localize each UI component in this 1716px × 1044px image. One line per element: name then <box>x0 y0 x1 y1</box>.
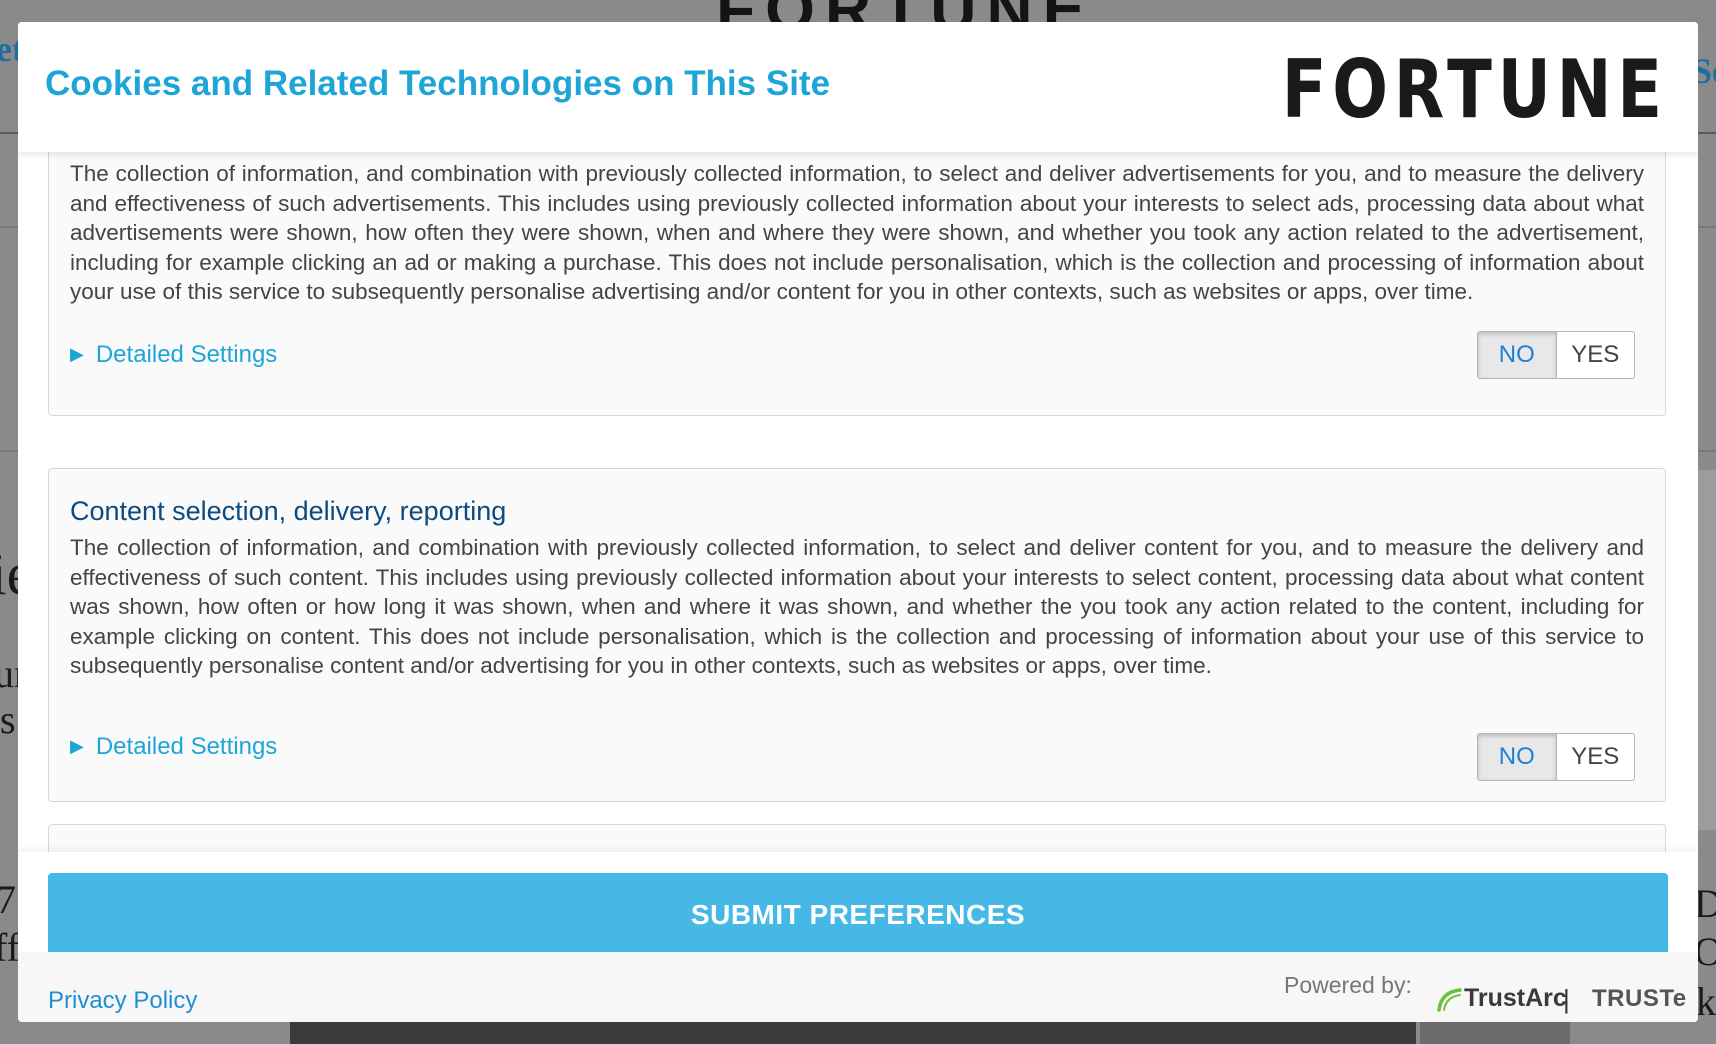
trustarc-label: TrustArc <box>1464 984 1567 1012</box>
toggle-no-button[interactable]: NO <box>1478 332 1557 378</box>
purpose-card: The collection of information, and combi… <box>48 152 1666 416</box>
modal-header: Cookies and Related Technologies on This… <box>18 22 1698 152</box>
detailed-settings-label: Detailed Settings <box>95 341 278 368</box>
expand-triangle-icon: ▶ <box>70 736 84 756</box>
expand-triangle-icon: ▶ <box>70 344 84 364</box>
purpose-description: The collection of information, and combi… <box>70 535 1644 678</box>
background-text-fragment: ff <box>0 925 20 970</box>
powered-by-label: Powered by: <box>1284 972 1412 998</box>
toggle-no-button[interactable]: NO <box>1478 734 1557 780</box>
consent-toggle[interactable]: NO YES <box>1477 733 1635 781</box>
purpose-description: The collection of information, and combi… <box>70 161 1644 304</box>
detailed-settings-link[interactable]: ▶ Detailed Settings <box>70 733 277 761</box>
privacy-policy-link[interactable]: Privacy Policy <box>48 987 197 1015</box>
preferences-scroll-area[interactable]: The collection of information, and combi… <box>18 152 1698 852</box>
logo-separator: | <box>1563 984 1570 1014</box>
cookie-consent-modal: Cookies and Related Technologies on This… <box>18 22 1698 1022</box>
background-image <box>1696 470 1716 830</box>
background-text-fragment: k <box>1696 979 1716 1024</box>
modal-title: Cookies and Related Technologies on This… <box>45 64 831 103</box>
purpose-card <box>48 824 1666 852</box>
trustarc-arc-icon <box>1437 987 1462 1012</box>
fortune-logo: FORTUNE <box>1281 43 1668 136</box>
detailed-settings-label: Detailed Settings <box>95 733 278 760</box>
background-text-fragment: s <box>0 697 16 742</box>
toggle-yes-button[interactable]: YES <box>1557 734 1635 780</box>
consent-toggle[interactable]: NO YES <box>1477 331 1635 379</box>
trustarc-logo: TrustArc <box>1436 984 1567 1013</box>
submit-preferences-button[interactable]: SUBMIT PREFERENCES <box>48 873 1668 957</box>
purpose-title: Content selection, delivery, reporting <box>70 496 507 526</box>
toggle-yes-button[interactable]: YES <box>1557 332 1635 378</box>
truste-logo: TRUSTe <box>1592 985 1687 1012</box>
purpose-card: Content selection, delivery, reporting T… <box>48 468 1666 802</box>
detailed-settings-link[interactable]: ▶ Detailed Settings <box>70 341 277 369</box>
